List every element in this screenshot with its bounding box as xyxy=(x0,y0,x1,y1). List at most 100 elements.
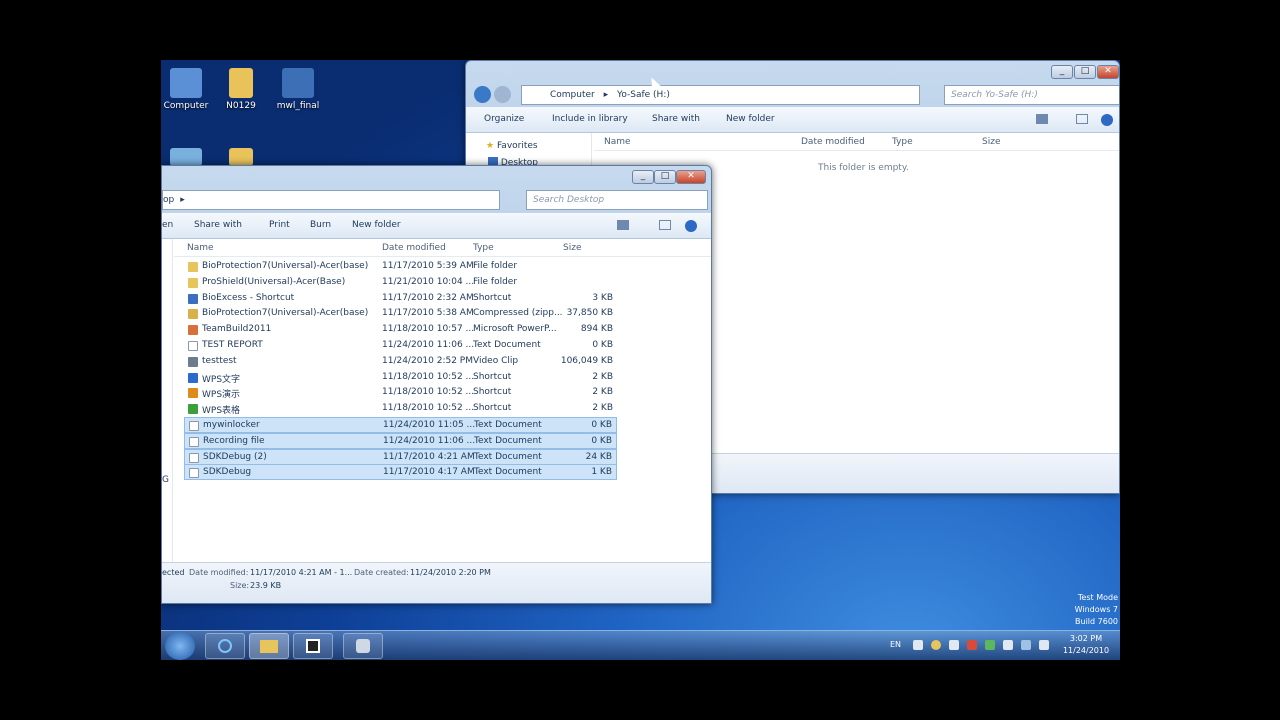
forward-arrow-icon[interactable] xyxy=(494,86,511,103)
maximize-button[interactable]: □ xyxy=(654,170,676,184)
file-list-area: Name Date modified Type Size BioProtecti… xyxy=(162,239,711,562)
file-row[interactable]: BioProtection7(Universal)-Acer(base) 11/1… xyxy=(184,259,617,275)
modified-label: Date modified: xyxy=(189,568,249,577)
minimize-button[interactable]: _ xyxy=(632,170,654,184)
address-bar[interactable]: op ▸ xyxy=(162,190,500,210)
file-size: 24 KB xyxy=(585,451,612,462)
mwl-final-desktop-icon[interactable]: mwl_final xyxy=(268,68,328,111)
folder-icon xyxy=(229,148,253,166)
clock-date: 11/24/2010 xyxy=(1062,646,1110,655)
front-explorer-window[interactable]: _ □ ✕ op ▸ Search Desktop en Share with P… xyxy=(161,165,712,604)
back-arrow-icon[interactable] xyxy=(474,86,491,103)
file-row[interactable]: Recording file 11/24/2010 11:06 ... Text D… xyxy=(184,432,617,449)
nav-pane-fragment: G xyxy=(162,475,169,485)
preview-pane-icon[interactable] xyxy=(1076,114,1088,124)
tray-icon[interactable] xyxy=(949,640,959,650)
include-library-button[interactable]: Include in library xyxy=(552,114,628,124)
file-date: 11/24/2010 11:06 ... xyxy=(383,435,476,446)
network-icon[interactable] xyxy=(1003,640,1013,650)
clock[interactable]: 3:02 PM 11/24/2010 xyxy=(1057,633,1115,657)
file-name: SDKDebug xyxy=(203,467,252,478)
column-date[interactable]: Date modified xyxy=(801,137,865,147)
views-icon[interactable] xyxy=(1036,114,1048,124)
file-row[interactable]: SDKDebug (2) 11/17/2010 4:21 AM Text Docum… xyxy=(184,448,617,465)
column-size[interactable]: Size xyxy=(563,243,581,253)
file-name: BioProtection7(Universal)-Acer(base) xyxy=(202,261,369,271)
desktop: Computer N0129 mwl_final _ □ ✕ Computer … xyxy=(161,60,1120,660)
file-row[interactable]: BioProtection7(Universal)-Acer(base) 11/1… xyxy=(184,306,617,322)
address-bar[interactable]: Computer ▸ Yo-Safe (H:) xyxy=(521,85,920,105)
search-input[interactable]: Search Desktop xyxy=(526,190,708,210)
doc-file-icon xyxy=(189,468,199,479)
file-type: Shortcut xyxy=(473,387,512,398)
file-row[interactable]: BioExcess - Shortcut 11/17/2010 2:32 AM Sh… xyxy=(184,291,617,307)
wps3-file-icon xyxy=(188,404,198,415)
file-row[interactable]: SDKDebug 11/17/2010 4:17 AM Text Document 1… xyxy=(184,464,617,481)
explorer-taskbar-button[interactable] xyxy=(249,633,289,659)
tray-icon[interactable] xyxy=(931,640,941,650)
shortcut-icon xyxy=(170,148,202,166)
close-button[interactable]: ✕ xyxy=(676,170,706,184)
app2-taskbar-button[interactable] xyxy=(343,633,383,659)
computer-desktop-icon[interactable]: Computer xyxy=(161,68,216,111)
file-date: 11/17/2010 4:17 AM xyxy=(383,467,475,478)
file-type: Microsoft PowerP... xyxy=(473,324,557,335)
search-input[interactable]: Search Yo-Safe (H:) xyxy=(944,85,1119,105)
breadcrumb-computer[interactable]: Computer xyxy=(550,90,595,100)
help-icon[interactable] xyxy=(685,220,697,232)
internet-explorer-icon xyxy=(218,639,232,653)
file-type: Text Document xyxy=(474,435,542,446)
start-button-icon[interactable] xyxy=(165,632,195,660)
new-folder-button[interactable]: New folder xyxy=(352,220,401,230)
app-taskbar-button[interactable] xyxy=(293,633,333,659)
file-row[interactable]: ProShield(Universal)-Acer(Base) 11/21/201… xyxy=(184,275,617,291)
column-name[interactable]: Name xyxy=(187,243,214,253)
print-button[interactable]: Print xyxy=(269,220,290,230)
open-button[interactable]: en xyxy=(162,220,173,230)
file-row[interactable]: WPS演示 11/18/2010 10:52 ... Shortcut 2 KB xyxy=(184,385,617,401)
action-center-icon[interactable] xyxy=(967,640,977,650)
file-name: TeamBuild2011 xyxy=(202,324,272,335)
breadcrumb-drive[interactable]: Yo-Safe (H:) xyxy=(617,90,670,100)
folder-file-icon xyxy=(188,277,198,288)
minimize-button[interactable]: _ xyxy=(1051,65,1073,79)
maximize-button[interactable]: □ xyxy=(1074,65,1096,79)
column-type[interactable]: Type xyxy=(892,137,913,147)
test-mode-watermark: Test Mode Windows 7 Build 7600 xyxy=(1074,593,1118,626)
column-name[interactable]: Name xyxy=(604,137,631,147)
file-name: WPS文字 xyxy=(202,374,241,385)
file-size: 37,850 KB xyxy=(566,308,613,319)
created-label: Date created: xyxy=(354,568,409,577)
help-icon[interactable] xyxy=(1101,114,1113,126)
favorites-item[interactable]: ★ Favorites xyxy=(486,141,538,151)
column-date[interactable]: Date modified xyxy=(382,243,446,253)
n0129-desktop-icon[interactable]: N0129 xyxy=(211,68,271,111)
column-size[interactable]: Size xyxy=(982,137,1000,147)
close-button[interactable]: ✕ xyxy=(1097,65,1119,79)
share-with-button[interactable]: Share with xyxy=(652,114,700,124)
taskbar: EN 3:02 PM 11/24/2010 xyxy=(161,630,1120,660)
tray-icon[interactable] xyxy=(985,640,995,650)
breadcrumb-desktop[interactable]: op xyxy=(163,195,174,205)
burn-button[interactable]: Burn xyxy=(310,220,331,230)
file-row[interactable]: mywinlocker 11/24/2010 11:05 ... Text Docu… xyxy=(184,417,617,433)
tray-icon[interactable] xyxy=(1039,640,1049,650)
column-type[interactable]: Type xyxy=(473,243,494,253)
file-row[interactable]: WPS文字 11/18/2010 10:52 ... Shortcut 2 KB xyxy=(184,370,617,386)
language-indicator[interactable]: EN xyxy=(890,640,901,649)
tray-icon[interactable] xyxy=(913,640,923,650)
selection-count: ected xyxy=(162,568,185,577)
file-row[interactable]: TEST REPORT 11/24/2010 11:06 ... Text Docu… xyxy=(184,338,617,354)
share-with-button[interactable]: Share with xyxy=(194,220,242,230)
file-row[interactable]: WPS表格 11/18/2010 10:52 ... Shortcut 2 KB xyxy=(184,401,617,417)
file-row[interactable]: TeamBuild2011 11/18/2010 10:57 ... Microso… xyxy=(184,322,617,338)
file-name: TEST REPORT xyxy=(202,340,263,350)
volume-icon[interactable] xyxy=(1021,640,1031,650)
new-folder-button[interactable]: New folder xyxy=(726,114,775,124)
file-row[interactable]: testtest 11/24/2010 2:52 PM Video Clip 106,… xyxy=(184,354,617,370)
preview-pane-icon[interactable] xyxy=(659,220,671,230)
views-icon[interactable] xyxy=(617,220,629,230)
empty-folder-text: This folder is empty. xyxy=(818,163,909,173)
organize-button[interactable]: Organize xyxy=(484,114,524,124)
internet-explorer-taskbar-button[interactable] xyxy=(205,633,245,659)
